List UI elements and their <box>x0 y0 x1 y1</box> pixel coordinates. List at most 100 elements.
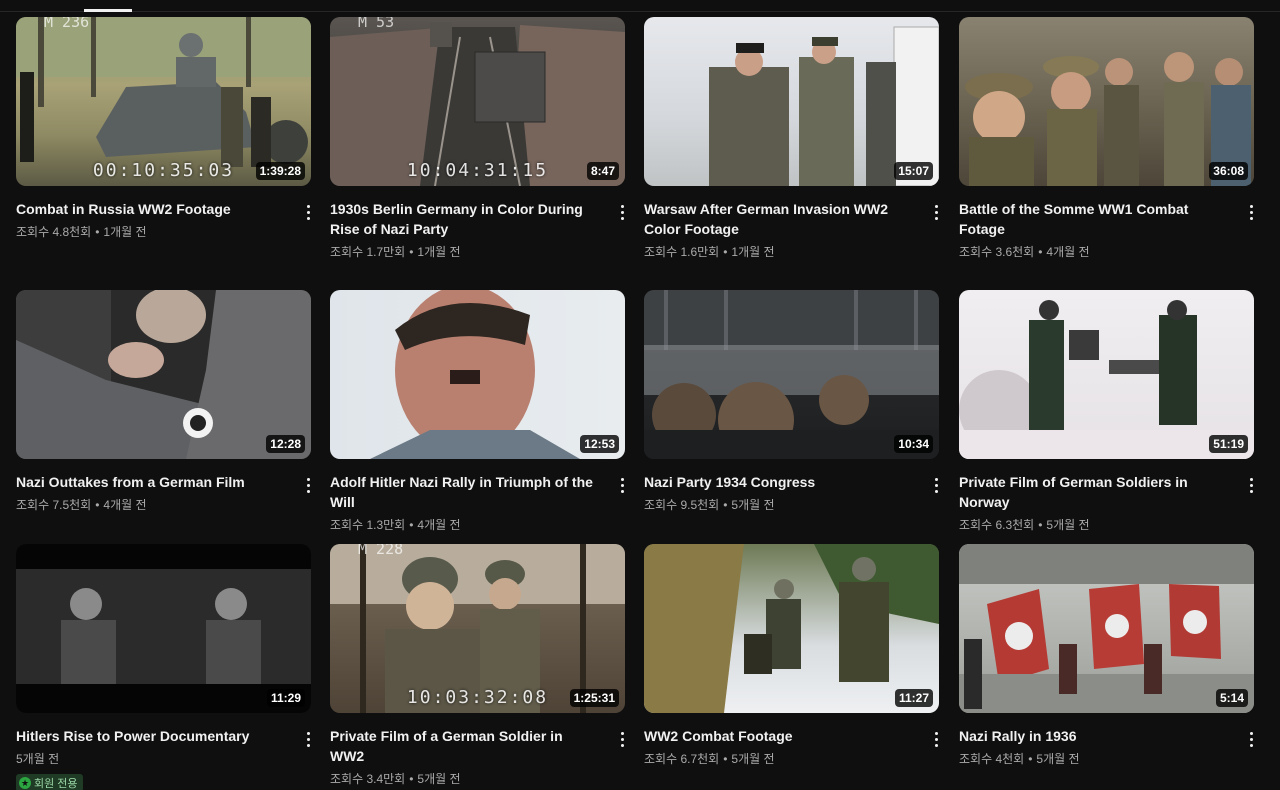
view-count: 조회수 3.4만회 <box>330 772 406 786</box>
film-reel-tag: M 228 <box>358 544 404 558</box>
upload-age: 5개월 전 <box>417 772 461 786</box>
more-vert-icon[interactable] <box>1244 730 1258 748</box>
thumbnail-scene <box>370 290 580 459</box>
duration-badge: 15:07 <box>894 162 933 180</box>
video-thumbnail[interactable]: 10:34 <box>644 290 939 459</box>
video-card[interactable]: M 53 10:04:31:15 8:47 1930s Berlin Germa… <box>330 17 629 261</box>
thumbnail-image <box>16 290 311 459</box>
view-count: 조회수 7.5천회 <box>16 498 92 512</box>
tab-strip <box>0 0 1280 12</box>
more-vert-icon[interactable] <box>615 203 629 221</box>
duration-badge: 11:29 <box>266 689 305 707</box>
duration-badge: 10:34 <box>894 435 933 453</box>
more-vert-icon[interactable] <box>1244 203 1258 221</box>
video-grid-row: 12:28 Nazi Outtakes from a German Film 조… <box>13 290 1258 544</box>
video-card[interactable]: 12:53 Adolf Hitler Nazi Rally in Triumph… <box>330 290 629 534</box>
video-card[interactable]: 51:19 Private Film of German Soldiers in… <box>959 290 1258 534</box>
more-vert-icon[interactable] <box>929 203 943 221</box>
thumbnail-scene <box>965 52 1251 186</box>
video-thumbnail[interactable]: 51:19 <box>959 290 1254 459</box>
video-meta: 조회수 1.3만회 • 4개월 전 <box>330 516 629 534</box>
film-reel-tag: M 236 <box>44 17 90 31</box>
thumbnail-scene <box>16 290 311 459</box>
video-card[interactable]: 10:34 Nazi Party 1934 Congress 조회수 9.5천회… <box>644 290 943 514</box>
video-thumbnail[interactable]: 5:14 <box>959 544 1254 713</box>
video-meta: 조회수 3.4만회 • 5개월 전 <box>330 770 629 788</box>
video-card[interactable]: 15:07 Warsaw After German Invasion WW2 C… <box>644 17 943 261</box>
duration-badge: 51:19 <box>1209 435 1248 453</box>
meta-separator: • <box>1038 518 1043 532</box>
video-title[interactable]: Warsaw After German Invasion WW2 Color F… <box>644 199 912 239</box>
video-title[interactable]: Private Film of a German Soldier in WW2 <box>330 726 598 766</box>
duration-badge: 11:27 <box>894 689 933 707</box>
more-vert-icon[interactable] <box>301 476 315 494</box>
meta-separator: • <box>723 498 728 512</box>
more-vert-icon[interactable] <box>615 476 629 494</box>
video-thumbnail[interactable]: 12:28 <box>16 290 311 459</box>
upload-age: 1개월 전 <box>103 225 147 239</box>
video-card[interactable]: 36:08 Battle of the Somme WW1 Combat Fot… <box>959 17 1258 261</box>
video-meta: 조회수 6.3천회 • 5개월 전 <box>959 516 1258 534</box>
view-count: 조회수 6.3천회 <box>959 518 1035 532</box>
upload-age: 5개월 전 <box>731 752 775 766</box>
thumbnail-scene <box>16 569 311 684</box>
video-title[interactable]: WW2 Combat Footage <box>644 726 912 746</box>
more-vert-icon[interactable] <box>301 730 315 748</box>
more-vert-icon[interactable] <box>301 203 315 221</box>
upload-age: 5개월 전 <box>731 498 775 512</box>
video-meta: 조회수 4천회 • 5개월 전 <box>959 750 1258 768</box>
video-thumbnail[interactable]: 11:27 <box>644 544 939 713</box>
video-card[interactable]: 12:28 Nazi Outtakes from a German Film 조… <box>16 290 315 514</box>
upload-age: 1개월 전 <box>417 245 461 259</box>
video-title[interactable]: Nazi Rally in 1936 <box>959 726 1227 746</box>
video-card[interactable]: M 236 00:10:35:03 1:39:28 Combat in Russ… <box>16 17 315 241</box>
video-thumbnail[interactable]: 15:07 <box>644 17 939 186</box>
meta-separator: • <box>409 245 414 259</box>
video-title[interactable]: Nazi Party 1934 Congress <box>644 472 912 492</box>
video-card[interactable]: 11:29 Hitlers Rise to Power Documentary … <box>16 544 315 790</box>
meta-separator: • <box>409 772 414 786</box>
view-count: 조회수 9.5천회 <box>644 498 720 512</box>
view-count: 조회수 1.3만회 <box>330 518 406 532</box>
meta-separator: • <box>409 518 414 532</box>
video-card[interactable]: 11:27 WW2 Combat Footage 조회수 6.7천회 • 5개월 전 <box>644 544 943 768</box>
video-title[interactable]: Nazi Outtakes from a German Film <box>16 472 284 492</box>
video-title[interactable]: Private Film of German Soldiers in Norwa… <box>959 472 1227 512</box>
video-card[interactable]: 5:14 Nazi Rally in 1936 조회수 4천회 • 5개월 전 <box>959 544 1258 768</box>
video-thumbnail[interactable]: M 228 10:03:32:08 1:25:31 <box>330 544 625 713</box>
view-count: 조회수 4.8천회 <box>16 225 92 239</box>
meta-separator: • <box>95 498 100 512</box>
view-count: 조회수 6.7천회 <box>644 752 720 766</box>
video-title[interactable]: 1930s Berlin Germany in Color During Ris… <box>330 199 598 239</box>
members-only-label: 회원 전용 <box>34 778 78 790</box>
upload-age: 5개월 전 <box>16 752 60 766</box>
duration-badge: 36:08 <box>1209 162 1248 180</box>
upload-age: 4개월 전 <box>1046 245 1090 259</box>
video-title[interactable]: Battle of the Somme WW1 Combat Fotage <box>959 199 1227 239</box>
video-title[interactable]: Hitlers Rise to Power Documentary <box>16 726 284 746</box>
video-grid-row: M 236 00:10:35:03 1:39:28 Combat in Russ… <box>13 17 1258 290</box>
video-thumbnail[interactable]: M 236 00:10:35:03 1:39:28 <box>16 17 311 186</box>
video-thumbnail[interactable]: 36:08 <box>959 17 1254 186</box>
video-thumbnail[interactable]: 11:29 <box>16 544 311 713</box>
thumbnail-image <box>959 17 1254 186</box>
meta-separator: • <box>723 752 728 766</box>
more-vert-icon[interactable] <box>615 730 629 748</box>
video-meta: 조회수 1.7만회 • 1개월 전 <box>330 243 629 261</box>
more-vert-icon[interactable] <box>929 730 943 748</box>
film-reel-tag: M 53 <box>358 17 395 31</box>
video-meta: 조회수 4.8천회 • 1개월 전 <box>16 223 315 241</box>
timecode-overlay: 10:04:31:15 <box>406 160 549 181</box>
duration-badge: 5:14 <box>1215 689 1248 707</box>
active-tab-indicator <box>84 9 132 12</box>
video-title[interactable]: Combat in Russia WW2 Footage <box>16 199 284 219</box>
duration-badge: 12:28 <box>266 435 305 453</box>
video-title[interactable]: Adolf Hitler Nazi Rally in Triumph of th… <box>330 472 598 512</box>
meta-separator: • <box>1038 245 1043 259</box>
thumbnail-image <box>959 544 1254 713</box>
video-card[interactable]: M 228 10:03:32:08 1:25:31 Private Film o… <box>330 544 629 788</box>
more-vert-icon[interactable] <box>929 476 943 494</box>
video-thumbnail[interactable]: M 53 10:04:31:15 8:47 <box>330 17 625 186</box>
more-vert-icon[interactable] <box>1244 476 1258 494</box>
video-thumbnail[interactable]: 12:53 <box>330 290 625 459</box>
